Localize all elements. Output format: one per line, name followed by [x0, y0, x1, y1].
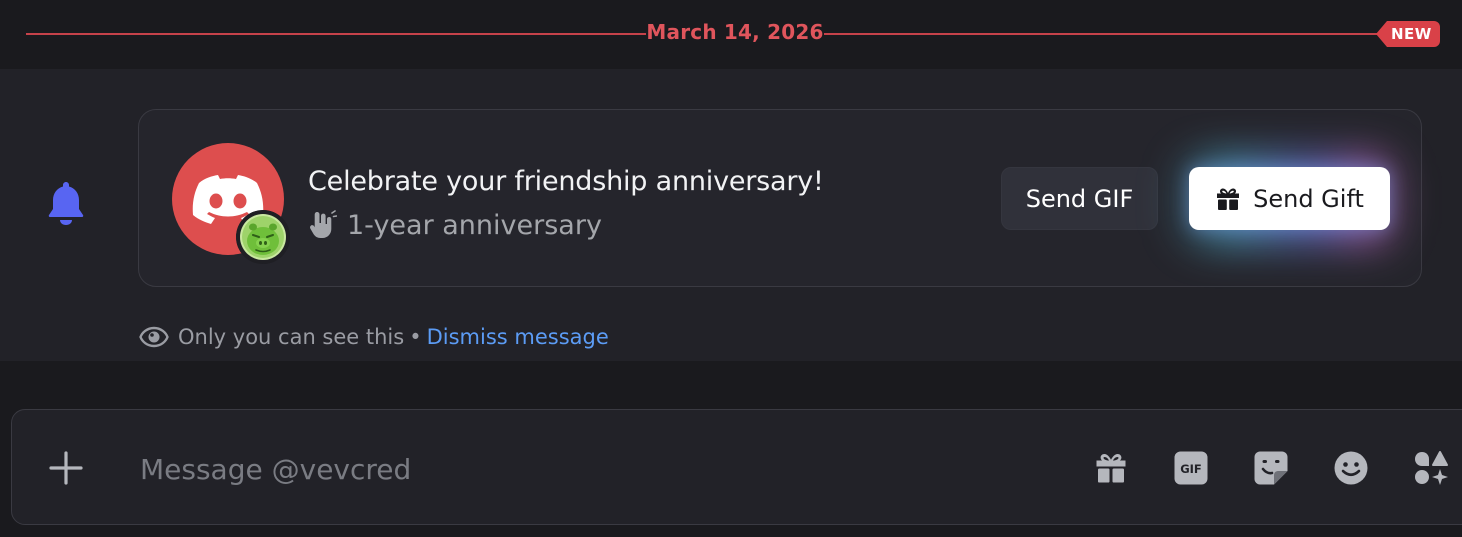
send-gift-button[interactable]: Send Gift: [1189, 167, 1390, 230]
waving-hand-icon: [309, 210, 338, 240]
bell-icon: [46, 180, 86, 226]
plus-icon[interactable]: [48, 450, 84, 486]
gif-icon[interactable]: GIF: [1171, 448, 1211, 488]
ephemeral-notice: Only you can see this • Dismiss message: [139, 321, 609, 353]
sticker-icon[interactable]: [1251, 448, 1291, 488]
apps-icon[interactable]: [1411, 448, 1451, 488]
svg-text:GIF: GIF: [1180, 462, 1202, 476]
divider-line-left: [26, 33, 646, 35]
gift-icon[interactable]: [1091, 448, 1131, 488]
message-input[interactable]: [138, 442, 1042, 496]
new-badge-label: NEW: [1387, 21, 1440, 47]
new-messages-badge: NEW: [1376, 21, 1440, 47]
send-gift-label: Send Gift: [1253, 184, 1364, 213]
eye-icon: [139, 322, 169, 352]
dm-chat-view: March 14, 2026 NEW Celebrate your friend…: [0, 0, 1462, 537]
divider-line-right: [824, 33, 1384, 35]
pig-avatar-icon: [236, 210, 290, 264]
system-message: Celebrate your friendship anniversary! 1…: [0, 69, 1462, 361]
notice-separator: •: [409, 325, 422, 349]
card-subtitle-text: 1-year anniversary: [347, 209, 602, 241]
date-divider: March 14, 2026 NEW: [0, 0, 1462, 69]
dismiss-message-link[interactable]: Dismiss message: [427, 325, 609, 349]
anniversary-card: Celebrate your friendship anniversary! 1…: [138, 109, 1422, 287]
card-subtitle: 1-year anniversary: [309, 208, 602, 242]
emoji-icon[interactable]: [1331, 448, 1371, 488]
send-gif-button[interactable]: Send GIF: [1001, 167, 1158, 230]
gift-icon: [1217, 188, 1240, 210]
divider-date: March 14, 2026: [646, 20, 824, 44]
notice-text: Only you can see this: [178, 325, 405, 349]
message-composer: GIF: [11, 409, 1462, 525]
card-title: Celebrate your friendship anniversary!: [308, 166, 824, 197]
